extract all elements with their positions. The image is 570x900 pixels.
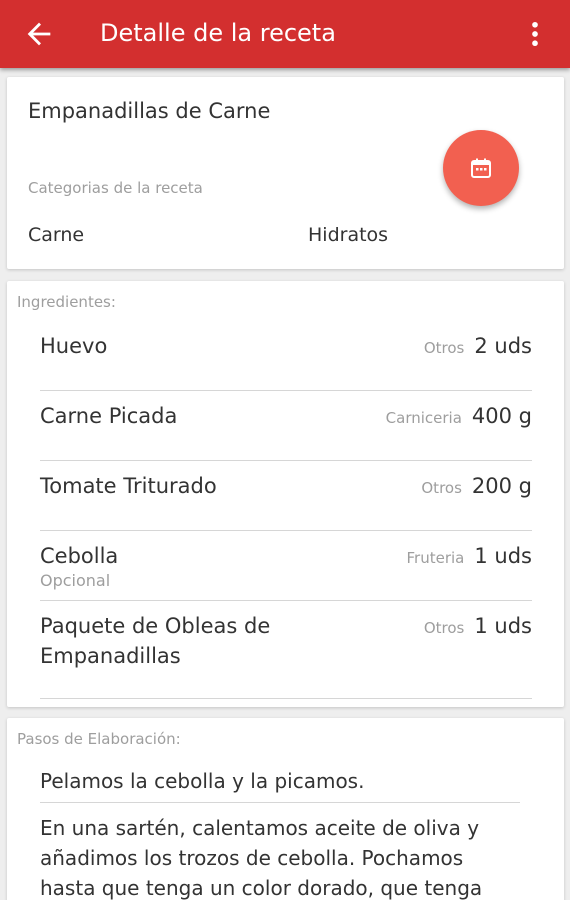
ingredient-name: Cebolla — [40, 544, 119, 568]
ingredient-name: Huevo — [40, 334, 108, 358]
ingredients-card: Ingredientes: Huevo Otros 2 uds Carne Pi… — [7, 281, 564, 707]
step-item: Pelamos la cebolla y la picamos. — [40, 769, 365, 793]
ingredient-quantity: 1 uds — [474, 544, 532, 568]
ingredient-row[interactable]: Cebolla Opcional Fruteria 1 uds — [40, 531, 532, 601]
ingredients-label: Ingredientes: — [17, 293, 116, 311]
divider — [40, 802, 520, 803]
ingredient-category: Otros — [423, 619, 465, 637]
ingredient-category: Otros — [423, 339, 465, 357]
category-item: Hidratos — [308, 224, 389, 246]
categories-label: Categorias de la receta — [28, 179, 203, 197]
ingredient-note: Opcional — [40, 571, 111, 590]
ingredient-quantity: 400 g — [471, 404, 532, 428]
more-vert-icon[interactable] — [518, 17, 552, 51]
ingredient-quantity: 2 uds — [474, 334, 532, 358]
ingredient-category: Fruteria — [406, 549, 465, 567]
ingredient-name: Tomate Triturado — [40, 474, 217, 498]
ingredient-category: Carniceria — [385, 409, 462, 427]
ingredient-row[interactable]: Huevo Otros 2 uds — [40, 321, 532, 391]
recipe-header-card: Empanadillas de Carne Categorias de la r… — [7, 77, 564, 269]
category-item: Carne — [28, 224, 85, 246]
ingredient-quantity: 200 g — [471, 474, 532, 498]
steps-label: Pasos de Elaboración: — [17, 730, 181, 748]
schedule-button[interactable] — [443, 130, 519, 206]
step-item: En una sartén, calentamos aceite de oliv… — [40, 816, 483, 900]
ingredient-row[interactable]: Paquete de Obleas de Empanadillas Otros … — [40, 601, 532, 699]
ingredients-list: Huevo Otros 2 uds Carne Picada Carniceri… — [40, 321, 532, 699]
recipe-name: Empanadillas de Carne — [28, 99, 271, 123]
steps-card: Pasos de Elaboración: Pelamos la cebolla… — [7, 718, 564, 900]
ingredient-category: Otros — [421, 479, 462, 497]
app-bar: Detalle de la receta — [0, 0, 570, 68]
arrow-back-icon[interactable] — [22, 17, 56, 51]
ingredient-quantity: 1 uds — [474, 614, 532, 638]
ingredient-row[interactable]: Carne Picada Carniceria 400 g — [40, 391, 532, 461]
page-title: Detalle de la receta — [100, 19, 336, 47]
ingredient-row[interactable]: Tomate Triturado Otros 200 g — [40, 461, 532, 531]
ingredient-name: Paquete de Obleas de Empanadillas — [40, 614, 271, 668]
steps-list: Pelamos la cebolla y la picamos. En una … — [40, 766, 520, 900]
calendar-icon — [471, 158, 491, 178]
ingredient-name: Carne Picada — [40, 404, 178, 428]
